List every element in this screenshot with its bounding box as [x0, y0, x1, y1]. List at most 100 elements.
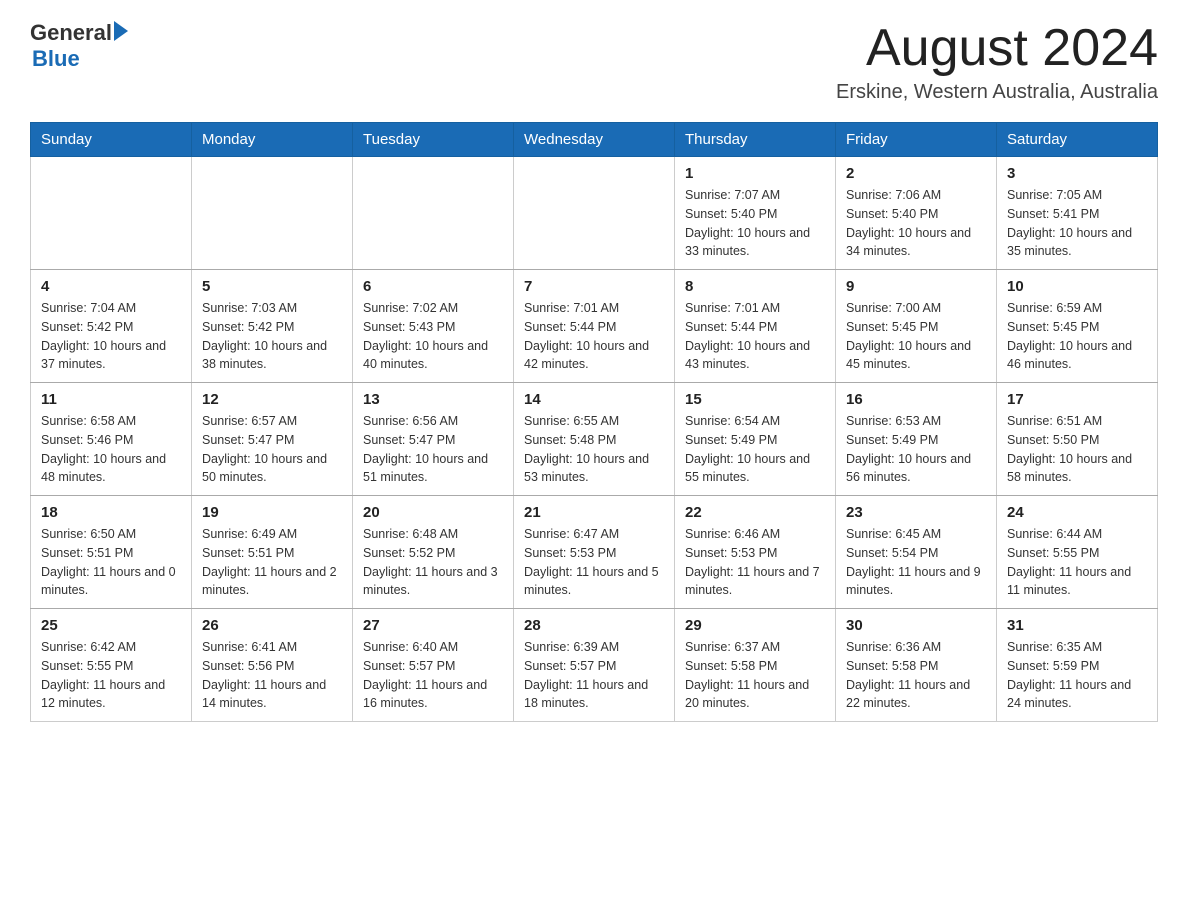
day-number: 14: [524, 391, 664, 408]
logo-general-text: General: [30, 20, 112, 46]
day-info: Sunrise: 6:41 AMSunset: 5:56 PMDaylight:…: [202, 638, 342, 713]
day-number: 6: [363, 278, 503, 295]
day-number: 28: [524, 617, 664, 634]
calendar-cell: 27 Sunrise: 6:40 AMSunset: 5:57 PMDayligh…: [353, 609, 514, 722]
title-area: August 2024 Erskine, Western Australia, …: [836, 20, 1158, 104]
day-number: 7: [524, 278, 664, 295]
day-number: 24: [1007, 504, 1147, 521]
day-number: 19: [202, 504, 342, 521]
day-info: Sunrise: 7:01 AMSunset: 5:44 PMDaylight:…: [685, 299, 825, 374]
calendar-cell: 26 Sunrise: 6:41 AMSunset: 5:56 PMDayligh…: [192, 609, 353, 722]
day-info: Sunrise: 6:36 AMSunset: 5:58 PMDaylight:…: [846, 638, 986, 713]
day-info: Sunrise: 6:37 AMSunset: 5:58 PMDaylight:…: [685, 638, 825, 713]
calendar-cell: 13 Sunrise: 6:56 AMSunset: 5:47 PMDayligh…: [353, 383, 514, 496]
day-number: 11: [41, 391, 181, 408]
logo-arrow-icon: [114, 21, 128, 41]
day-info: Sunrise: 6:46 AMSunset: 5:53 PMDaylight:…: [685, 525, 825, 600]
day-number: 27: [363, 617, 503, 634]
calendar-header-row: SundayMondayTuesdayWednesdayThursdayFrid…: [31, 123, 1158, 157]
calendar-cell: 6 Sunrise: 7:02 AMSunset: 5:43 PMDaylight…: [353, 270, 514, 383]
calendar-cell: 29 Sunrise: 6:37 AMSunset: 5:58 PMDayligh…: [675, 609, 836, 722]
calendar-cell: 20 Sunrise: 6:48 AMSunset: 5:52 PMDayligh…: [353, 496, 514, 609]
day-info: Sunrise: 6:58 AMSunset: 5:46 PMDaylight:…: [41, 412, 181, 487]
day-info: Sunrise: 6:47 AMSunset: 5:53 PMDaylight:…: [524, 525, 664, 600]
logo-blue-text: Blue: [32, 46, 80, 72]
day-number: 29: [685, 617, 825, 634]
calendar-cell: 10 Sunrise: 6:59 AMSunset: 5:45 PMDayligh…: [997, 270, 1158, 383]
calendar-week-row: 4Sunrise: 7:04 AMSunset: 5:42 PMDaylight…: [31, 270, 1158, 383]
calendar-cell: 14 Sunrise: 6:55 AMSunset: 5:48 PMDayligh…: [514, 383, 675, 496]
calendar-cell: 28Sunrise: 6:39 AMSunset: 5:57 PMDayligh…: [514, 609, 675, 722]
day-info: Sunrise: 7:05 AMSunset: 5:41 PMDaylight:…: [1007, 186, 1147, 261]
calendar-header-friday: Friday: [836, 123, 997, 157]
day-number: 8: [685, 278, 825, 295]
calendar-cell: 7 Sunrise: 7:01 AMSunset: 5:44 PMDaylight…: [514, 270, 675, 383]
calendar-header-monday: Monday: [192, 123, 353, 157]
day-number: 3: [1007, 165, 1147, 182]
day-number: 20: [363, 504, 503, 521]
day-info: Sunrise: 6:48 AMSunset: 5:52 PMDaylight:…: [363, 525, 503, 600]
day-info: Sunrise: 6:55 AMSunset: 5:48 PMDaylight:…: [524, 412, 664, 487]
day-info: Sunrise: 6:40 AMSunset: 5:57 PMDaylight:…: [363, 638, 503, 713]
logo: General Blue: [30, 20, 128, 72]
day-number: 13: [363, 391, 503, 408]
calendar-cell: 21Sunrise: 6:47 AMSunset: 5:53 PMDayligh…: [514, 496, 675, 609]
calendar-week-row: 11 Sunrise: 6:58 AMSunset: 5:46 PMDayligh…: [31, 383, 1158, 496]
calendar-cell: 15Sunrise: 6:54 AMSunset: 5:49 PMDayligh…: [675, 383, 836, 496]
calendar-cell: 31Sunrise: 6:35 AMSunset: 5:59 PMDayligh…: [997, 609, 1158, 722]
calendar-cell: 22Sunrise: 6:46 AMSunset: 5:53 PMDayligh…: [675, 496, 836, 609]
day-info: Sunrise: 6:51 AMSunset: 5:50 PMDaylight:…: [1007, 412, 1147, 487]
calendar-cell: 5Sunrise: 7:03 AMSunset: 5:42 PMDaylight…: [192, 270, 353, 383]
day-number: 10: [1007, 278, 1147, 295]
calendar-week-row: 25 Sunrise: 6:42 AMSunset: 5:55 PMDayligh…: [31, 609, 1158, 722]
calendar-header-thursday: Thursday: [675, 123, 836, 157]
calendar-cell: 8 Sunrise: 7:01 AMSunset: 5:44 PMDaylight…: [675, 270, 836, 383]
calendar-cell: [353, 157, 514, 270]
day-info: Sunrise: 6:42 AMSunset: 5:55 PMDaylight:…: [41, 638, 181, 713]
day-number: 5: [202, 278, 342, 295]
calendar-week-row: 18 Sunrise: 6:50 AMSunset: 5:51 PMDayligh…: [31, 496, 1158, 609]
day-number: 9: [846, 278, 986, 295]
day-number: 2: [846, 165, 986, 182]
day-info: Sunrise: 6:56 AMSunset: 5:47 PMDaylight:…: [363, 412, 503, 487]
calendar-cell: 19Sunrise: 6:49 AMSunset: 5:51 PMDayligh…: [192, 496, 353, 609]
calendar-cell: 1Sunrise: 7:07 AMSunset: 5:40 PMDaylight…: [675, 157, 836, 270]
day-info: Sunrise: 7:01 AMSunset: 5:44 PMDaylight:…: [524, 299, 664, 374]
day-number: 25: [41, 617, 181, 634]
day-info: Sunrise: 7:06 AMSunset: 5:40 PMDaylight:…: [846, 186, 986, 261]
day-number: 30: [846, 617, 986, 634]
day-info: Sunrise: 6:45 AMSunset: 5:54 PMDaylight:…: [846, 525, 986, 600]
day-number: 16: [846, 391, 986, 408]
day-info: Sunrise: 6:50 AMSunset: 5:51 PMDaylight:…: [41, 525, 181, 600]
calendar-cell: 17Sunrise: 6:51 AMSunset: 5:50 PMDayligh…: [997, 383, 1158, 496]
day-info: Sunrise: 6:35 AMSunset: 5:59 PMDaylight:…: [1007, 638, 1147, 713]
calendar-cell: 4Sunrise: 7:04 AMSunset: 5:42 PMDaylight…: [31, 270, 192, 383]
location-subtitle: Erskine, Western Australia, Australia: [836, 81, 1158, 104]
month-year-title: August 2024: [836, 20, 1158, 77]
day-number: 4: [41, 278, 181, 295]
day-number: 18: [41, 504, 181, 521]
day-info: Sunrise: 6:59 AMSunset: 5:45 PMDaylight:…: [1007, 299, 1147, 374]
day-info: Sunrise: 6:53 AMSunset: 5:49 PMDaylight:…: [846, 412, 986, 487]
calendar-cell: 12Sunrise: 6:57 AMSunset: 5:47 PMDayligh…: [192, 383, 353, 496]
calendar-header-saturday: Saturday: [997, 123, 1158, 157]
day-number: 26: [202, 617, 342, 634]
calendar-cell: 16 Sunrise: 6:53 AMSunset: 5:49 PMDayligh…: [836, 383, 997, 496]
calendar-cell: 3 Sunrise: 7:05 AMSunset: 5:41 PMDaylight…: [997, 157, 1158, 270]
calendar-week-row: 1Sunrise: 7:07 AMSunset: 5:40 PMDaylight…: [31, 157, 1158, 270]
day-number: 23: [846, 504, 986, 521]
calendar-cell: 9Sunrise: 7:00 AMSunset: 5:45 PMDaylight…: [836, 270, 997, 383]
calendar-cell: 11 Sunrise: 6:58 AMSunset: 5:46 PMDayligh…: [31, 383, 192, 496]
calendar-cell: [514, 157, 675, 270]
calendar-table: SundayMondayTuesdayWednesdayThursdayFrid…: [30, 122, 1158, 722]
calendar-cell: 24 Sunrise: 6:44 AMSunset: 5:55 PMDayligh…: [997, 496, 1158, 609]
calendar-cell: [31, 157, 192, 270]
calendar-cell: 18 Sunrise: 6:50 AMSunset: 5:51 PMDayligh…: [31, 496, 192, 609]
calendar-header-wednesday: Wednesday: [514, 123, 675, 157]
header: General Blue August 2024 Erskine, Wester…: [30, 20, 1158, 104]
day-number: 1: [685, 165, 825, 182]
calendar-cell: 25 Sunrise: 6:42 AMSunset: 5:55 PMDayligh…: [31, 609, 192, 722]
day-info: Sunrise: 6:44 AMSunset: 5:55 PMDaylight:…: [1007, 525, 1147, 600]
day-info: Sunrise: 7:02 AMSunset: 5:43 PMDaylight:…: [363, 299, 503, 374]
calendar-header-tuesday: Tuesday: [353, 123, 514, 157]
